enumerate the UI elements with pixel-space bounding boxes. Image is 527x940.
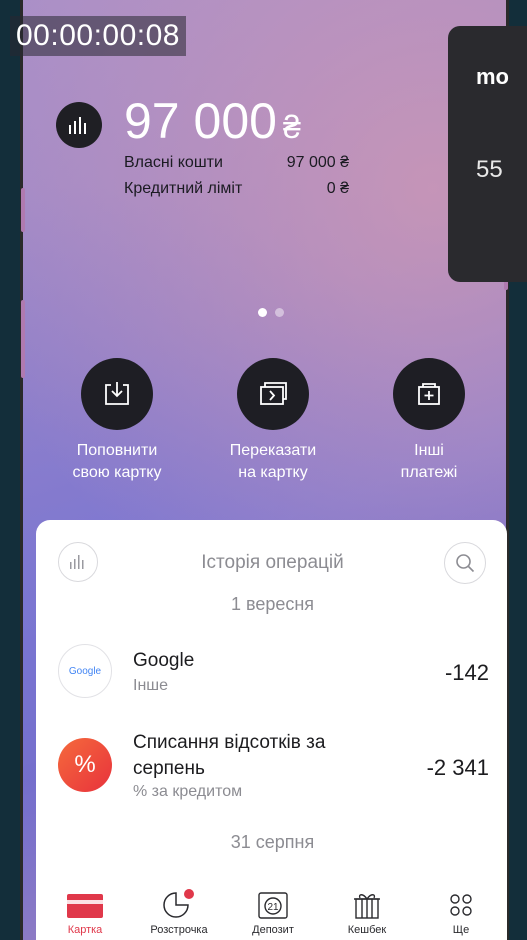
transfer-card-icon — [237, 358, 309, 430]
balance-amount: 97 000 ₴ — [124, 92, 301, 150]
installment-icon — [134, 886, 224, 920]
transaction-title-line1: Списання відсотків за — [133, 732, 326, 753]
transfer-to-card-button[interactable]: Переказати на картку — [198, 358, 348, 484]
tab-card-label: Картка — [67, 924, 103, 936]
transaction-amount: -142 — [444, 660, 489, 685]
balance-value: 97 000 — [124, 93, 277, 149]
next-card-number: 55 — [476, 156, 503, 183]
credit-limit-value: 0 ₴ — [326, 180, 349, 197]
download-card-icon — [81, 358, 153, 430]
tab-more[interactable]: Ще — [416, 886, 506, 936]
transaction-title[interactable]: Google — [133, 648, 194, 674]
next-card-brand: mo — [476, 64, 509, 89]
tab-deposit-label: Депозит — [252, 924, 294, 936]
transaction-category: Інше — [133, 677, 169, 694]
transaction-title-line2: серпень — [133, 758, 205, 779]
tab-installment[interactable]: Розстрочка — [134, 886, 224, 936]
tab-cashback[interactable]: Кешбек — [322, 886, 412, 936]
phone-side-button — [21, 300, 25, 378]
top-up-label-line2: свою картку — [72, 464, 162, 481]
percent-icon: % — [74, 751, 96, 778]
background-left — [0, 0, 20, 940]
calendar-day-text: 21 — [267, 902, 279, 913]
next-card-preview[interactable]: mo 55 — [448, 26, 527, 282]
google-logo-text: Google — [68, 665, 102, 677]
top-up-label-line1: Поповнити — [76, 442, 158, 459]
transaction-category: % за кредитом — [133, 783, 243, 800]
own-funds-label: Власні кошти — [124, 154, 223, 171]
percent-logo: % — [58, 738, 112, 792]
phone-side-button — [21, 188, 25, 232]
video-timecode: 00:00:00:08 — [10, 16, 186, 56]
carousel-dot[interactable] — [275, 308, 284, 317]
carousel-dot-active[interactable] — [258, 308, 267, 317]
tab-deposit[interactable]: 21 Депозит — [228, 886, 318, 936]
analytics-icon[interactable] — [56, 102, 102, 148]
credit-limit-label: Кредитний ліміт — [124, 180, 243, 197]
date-header: 31 серпня — [230, 832, 315, 852]
tab-card[interactable]: Картка — [40, 886, 130, 936]
transaction-amount: -2 341 — [426, 755, 489, 780]
other-payments-label-line2: платежі — [400, 464, 458, 481]
top-up-card-button[interactable]: Поповнити свою картку — [42, 358, 192, 484]
search-button[interactable] — [444, 542, 486, 584]
more-dots-icon — [416, 886, 506, 920]
balance-currency: ₴ — [282, 109, 301, 145]
search-icon — [456, 554, 475, 573]
google-logo: Google — [58, 644, 112, 698]
transaction-title[interactable]: Списання відсотків за серпень — [133, 730, 325, 782]
tab-cashback-label: Кешбек — [347, 924, 387, 936]
card-icon — [40, 886, 130, 920]
tab-installment-label: Розстрочка — [150, 924, 208, 936]
gift-icon — [322, 886, 412, 920]
carousel-dots — [258, 308, 284, 317]
transfer-label-line1: Переказати — [229, 442, 317, 459]
transfer-label-line2: на картку — [238, 464, 308, 481]
own-funds-value: 97 000 ₴ — [286, 154, 349, 171]
add-payment-icon — [393, 358, 465, 430]
date-header: 1 вересня — [230, 594, 315, 614]
other-payments-button[interactable]: Інші платежі — [354, 358, 504, 484]
other-payments-label-line1: Інші — [414, 442, 444, 459]
calendar-icon: 21 — [228, 886, 318, 920]
tab-more-label: Ще — [452, 924, 470, 936]
